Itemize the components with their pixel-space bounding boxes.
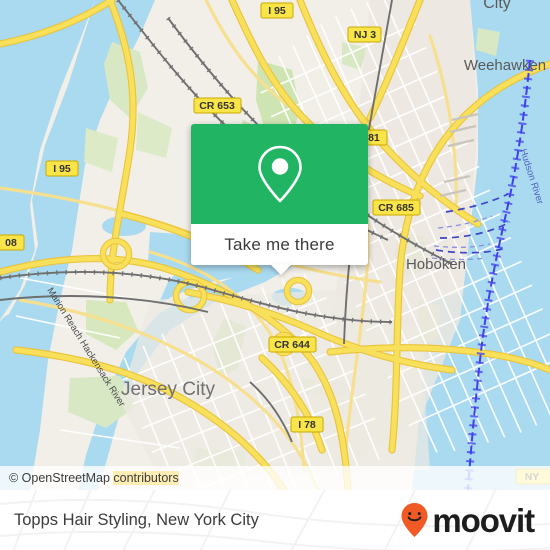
route-shield: 08 <box>0 234 25 251</box>
page-title: Topps Hair Styling, New York City <box>14 510 259 529</box>
attribution-link[interactable]: contributors <box>113 471 179 485</box>
location-popup-card[interactable]: Take me there <box>191 124 368 265</box>
svg-text:I 95: I 95 <box>53 163 71 175</box>
route-shield: I 95 <box>45 160 79 177</box>
take-me-there-button[interactable]: Take me there <box>191 224 368 265</box>
place-label-jersey-city: Jersey City <box>121 379 215 400</box>
svg-text:NJ 3: NJ 3 <box>354 29 376 41</box>
svg-text:I 95: I 95 <box>268 5 286 17</box>
moovit-pin-icon <box>401 503 428 537</box>
svg-text:I 78: I 78 <box>298 419 316 431</box>
place-label-city: City <box>483 0 511 12</box>
moovit-logo[interactable]: moovit <box>400 490 535 550</box>
route-shield: NJ 3 <box>347 26 382 43</box>
svg-text:CR 653: CR 653 <box>199 100 235 112</box>
route-shield: CR 685 <box>372 199 421 216</box>
route-shield: CR 644 <box>268 336 317 353</box>
place-label-weehawken: Weehawken <box>464 57 546 74</box>
svg-text:CR 685: CR 685 <box>378 202 414 214</box>
popup-icon-area <box>191 124 368 224</box>
moovit-map-screen: Marion Reach Hackensack River Hudson Riv… <box>0 0 550 550</box>
map-attribution[interactable]: © OpenStreetMap contributors <box>0 466 550 490</box>
map-pin-icon <box>257 145 302 203</box>
route-shield: CR 653 <box>193 97 242 114</box>
route-shield: I 78 <box>290 416 324 433</box>
bottom-info-bar: Topps Hair Styling, New York City moovit <box>0 490 550 550</box>
svg-text:CR 644: CR 644 <box>274 339 310 351</box>
moovit-wordmark: moovit <box>432 501 535 539</box>
route-shield: I 95 <box>260 2 294 19</box>
svg-text:08: 08 <box>5 237 17 249</box>
popup-pointer-arrow <box>270 264 292 275</box>
place-label-hoboken: Hoboken <box>406 256 466 273</box>
attribution-prefix: © OpenStreetMap <box>9 471 114 485</box>
